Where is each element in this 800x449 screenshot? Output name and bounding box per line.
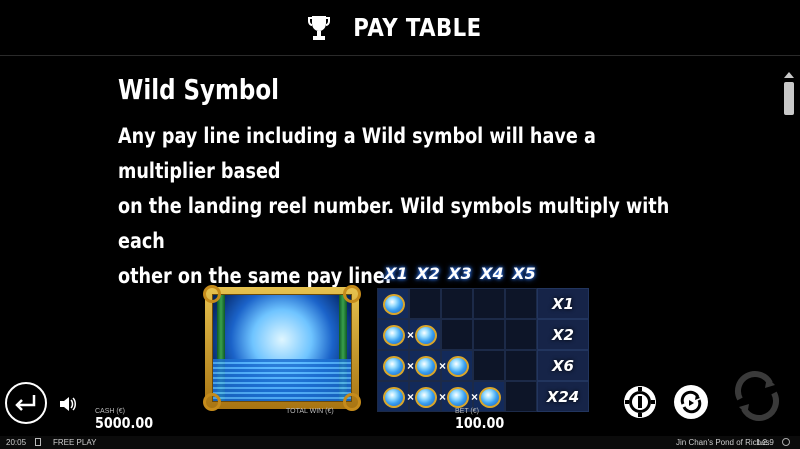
moon-scene — [212, 294, 352, 402]
reel-cell — [505, 319, 537, 350]
multiply-sign: × — [406, 390, 414, 404]
corner-ornament — [203, 393, 221, 411]
reel-cell — [505, 288, 537, 319]
scroll-up-arrow-icon[interactable] — [783, 70, 795, 80]
multiplier-row: × × × X24 — [377, 381, 589, 412]
multiplier-row: × × X6 — [377, 350, 589, 381]
version: 1.2.9 — [756, 438, 774, 447]
reel-cell — [505, 350, 537, 381]
page-title: PAY TABLE — [352, 13, 482, 42]
spin-icon[interactable] — [730, 369, 784, 423]
wild-gem-icon — [447, 356, 469, 377]
multiply-sign: × — [438, 359, 446, 373]
reel-cell: × — [377, 319, 414, 350]
reel-cell: × — [377, 381, 414, 412]
wild-gem-icon — [479, 387, 501, 408]
wild-gem-icon — [415, 387, 437, 408]
reel-multiplier-header: X1 — [384, 264, 408, 283]
multiply-sign: × — [438, 390, 446, 404]
scroll-thumb[interactable] — [784, 82, 794, 115]
corner-ornament — [203, 285, 221, 303]
wild-symbol-image — [203, 285, 361, 411]
reel-cell: × — [377, 350, 414, 381]
speaker-icon[interactable] — [59, 396, 77, 412]
autoplay-icon[interactable] — [672, 383, 710, 421]
section-title: Wild Symbol — [118, 73, 280, 106]
reel-cell — [409, 288, 441, 319]
reel-cell — [473, 288, 505, 319]
scrollbar[interactable] — [783, 70, 795, 370]
settings-icon[interactable] — [782, 438, 790, 446]
reel-multiplier-header: X5 — [512, 264, 536, 283]
trophy-icon — [307, 15, 330, 40]
reel-multiplier-header: X3 — [448, 264, 472, 283]
play-mode: FREE PLAY — [53, 438, 97, 447]
clock: 20:05 — [6, 438, 27, 447]
reel-multiplier-headers: X1 X2 X3 X4 X5 — [380, 264, 540, 283]
corner-ornament — [343, 285, 361, 303]
reel-cell — [441, 319, 473, 350]
reel-cell — [473, 319, 505, 350]
return-arrow-icon — [15, 395, 36, 411]
multiply-sign: × — [406, 328, 414, 342]
wild-gem-icon — [415, 356, 437, 377]
corner-ornament — [343, 393, 361, 411]
multiplier-row: X1 — [377, 288, 589, 319]
multiplier-result: X6 — [537, 350, 589, 381]
multiply-sign: × — [406, 359, 414, 373]
back-button[interactable] — [5, 382, 47, 424]
cash-value: 5000.00 — [95, 414, 154, 432]
description-line: on the landing reel number. Wild symbols… — [118, 194, 670, 254]
description-line: Any pay line including a Wild symbol wil… — [118, 124, 596, 184]
wild-gem-icon — [415, 325, 437, 346]
wild-gem-icon — [383, 356, 405, 377]
reel-cell — [377, 288, 409, 319]
phone-icon — [35, 438, 41, 446]
wild-gem-icon — [383, 325, 405, 346]
multiplier-result: X1 — [537, 288, 589, 319]
water — [213, 358, 351, 401]
wild-gem-icon — [383, 387, 405, 408]
reel-cell — [441, 288, 473, 319]
multiplier-result: X24 — [537, 381, 589, 412]
bet-value: 100.00 — [455, 414, 505, 432]
multiplier-grid: X1 × X2 × × X6 × × × X24 — [377, 288, 589, 412]
reel-multiplier-header: X2 — [416, 264, 440, 283]
total-win-label: TOTAL WIN (€) — [286, 408, 334, 415]
multiplier-result: X2 — [537, 319, 589, 350]
reel-cell — [505, 381, 537, 412]
reel-multiplier-header: X4 — [480, 264, 504, 283]
multiplier-row: × X2 — [377, 319, 589, 350]
status-bar: 20:05 FREE PLAY Jin Chan's Pond of Riche… — [0, 436, 800, 449]
header: PAY TABLE — [0, 0, 800, 56]
reel-cell — [473, 350, 505, 381]
multiply-sign: × — [470, 390, 478, 404]
bet-chip-icon[interactable] — [622, 384, 658, 420]
wild-gem-icon — [383, 294, 405, 315]
wild-gem-icon — [447, 387, 469, 408]
